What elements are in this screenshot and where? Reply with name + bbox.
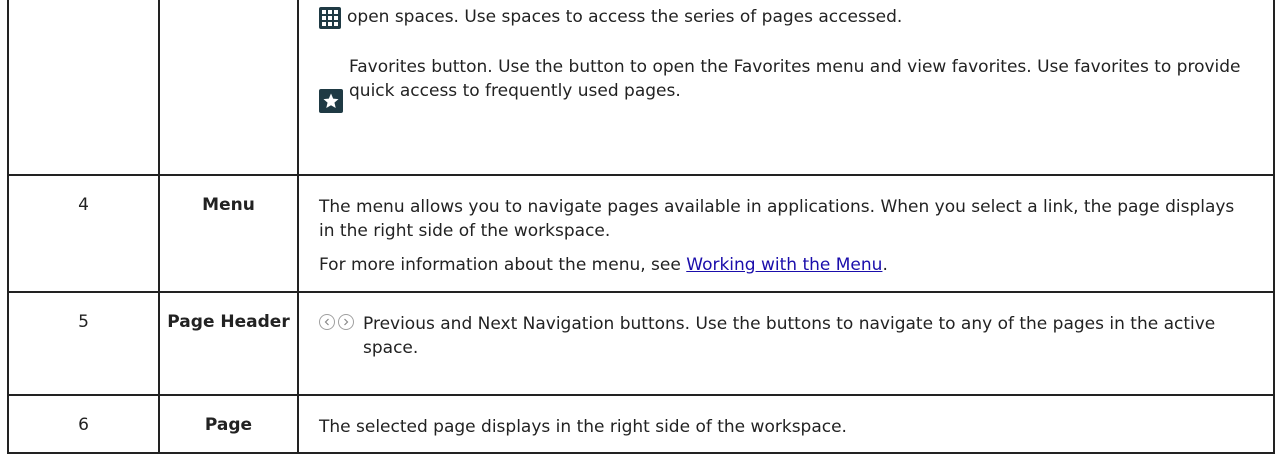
row-description-cell: Previous and Next Navigation buttons. Us… xyxy=(297,291,1275,396)
favorites-line: Favorites button. Use the button to open… xyxy=(319,55,1253,113)
navigation-line: Previous and Next Navigation buttons. Us… xyxy=(319,312,1253,360)
row-description-cell: open spaces. Use spaces to access the se… xyxy=(297,0,1275,176)
row-name-cell: Page Header xyxy=(158,291,299,396)
previous-icon xyxy=(319,314,335,330)
more-info-suffix: . xyxy=(882,255,888,275)
row-name-cell: Page xyxy=(158,394,299,454)
row-number-cell xyxy=(7,0,160,176)
spaces-line: open spaces. Use spaces to access the se… xyxy=(319,5,1253,29)
menu-description: The menu allows you to navigate pages av… xyxy=(319,197,1235,241)
working-with-menu-link[interactable]: Working with the Menu xyxy=(686,255,882,275)
navigation-buttons xyxy=(319,314,357,330)
table-row: 4 Menu The menu allows you to navigate p… xyxy=(7,174,1275,293)
spaces-text: open spaces. Use spaces to access the se… xyxy=(347,7,903,27)
row-number-cell: 5 xyxy=(7,291,160,396)
grid-icon xyxy=(319,7,341,29)
menu-more-info: For more information about the menu, see… xyxy=(319,253,1253,277)
next-icon xyxy=(338,314,354,330)
table-row: 6 Page The selected page displays in the… xyxy=(7,394,1275,454)
navigation-text: Previous and Next Navigation buttons. Us… xyxy=(363,314,1216,358)
page-description: The selected page displays in the right … xyxy=(319,417,847,437)
more-info-prefix: For more information about the menu, see xyxy=(319,255,687,275)
star-icon xyxy=(319,89,343,113)
favorites-text: Favorites button. Use the button to open… xyxy=(349,57,1241,101)
row-number-cell: 6 xyxy=(7,394,160,454)
row-name-cell: Menu xyxy=(158,174,299,293)
row-number-cell: 4 xyxy=(7,174,160,293)
row-description-cell: The menu allows you to navigate pages av… xyxy=(297,174,1275,293)
row-description-cell: The selected page displays in the right … xyxy=(297,394,1275,454)
reference-table: open spaces. Use spaces to access the se… xyxy=(7,0,1275,454)
row-name-cell xyxy=(158,0,299,176)
table-row: 5 Page Header Previous and Next Navigati… xyxy=(7,291,1275,396)
table-row: open spaces. Use spaces to access the se… xyxy=(7,0,1275,176)
